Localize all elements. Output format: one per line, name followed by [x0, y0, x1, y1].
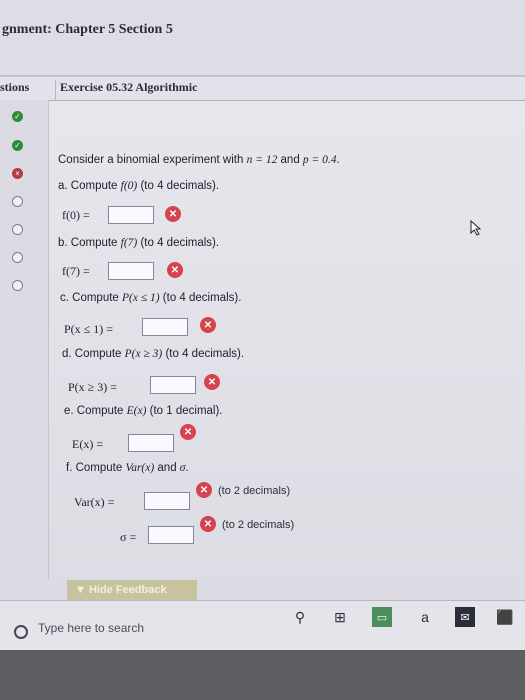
- taskbar: Type here to search ⚲ ⊞ ▭ a ✉ ⬛: [0, 600, 525, 651]
- part-b-prompt: b. Compute f(7) (to 4 decimals).: [58, 237, 220, 249]
- part-e-label: E(x) =: [72, 437, 104, 451]
- tabs-row: stions Exercise 05.32 Algorithmic: [0, 78, 525, 101]
- desk-surface: [0, 650, 525, 700]
- question-status-1[interactable]: ✓: [12, 111, 23, 122]
- tab-questions[interactable]: stions: [0, 80, 29, 95]
- tab-exercise[interactable]: Exercise 05.32 Algorithmic: [55, 80, 197, 100]
- part-d-input[interactable]: [150, 376, 196, 394]
- mail-icon[interactable]: ✉: [455, 607, 475, 627]
- part-c-label: P(x ≤ 1) =: [64, 322, 114, 336]
- part-f-prompt: f. Compute Var(x) and σ.: [66, 462, 189, 474]
- error-x-icon: ✕: [196, 482, 212, 498]
- question-status-2[interactable]: ✓: [12, 140, 23, 151]
- microphone-icon[interactable]: ⚲: [290, 607, 310, 627]
- search-icon[interactable]: [14, 625, 28, 639]
- part-c-prompt: c. Compute P(x ≤ 1) (to 4 decimals).: [60, 292, 242, 304]
- var-hint: (to 2 decimals): [218, 485, 291, 497]
- error-x-icon: ✕: [204, 374, 220, 390]
- app-icon[interactable]: ⬛: [495, 607, 515, 627]
- sigma-input[interactable]: [148, 526, 194, 544]
- var-input[interactable]: [144, 492, 190, 510]
- part-b-input[interactable]: [108, 262, 154, 280]
- assignment-header: gnment: Chapter 5 Section 5: [0, 0, 525, 77]
- amazon-icon[interactable]: a: [415, 607, 435, 627]
- part-e-input[interactable]: [128, 434, 174, 452]
- part-c-input[interactable]: [142, 318, 188, 336]
- task-view-icon[interactable]: ⊞: [330, 607, 350, 627]
- sigma-hint: (to 2 decimals): [222, 519, 295, 531]
- photos-icon[interactable]: ▭: [372, 607, 392, 627]
- error-x-icon: ✕: [180, 424, 196, 440]
- part-a-input[interactable]: [108, 206, 154, 224]
- sigma-label: σ =: [120, 530, 137, 544]
- part-d-label: P(x ≥ 3) =: [68, 380, 118, 394]
- question-status-5[interactable]: [12, 224, 23, 235]
- taskbar-search-input[interactable]: Type here to search: [38, 621, 144, 635]
- question-list: ✓ ✓ ×: [0, 100, 49, 580]
- mouse-cursor-icon: [470, 220, 482, 236]
- part-e-prompt: e. Compute E(x) (to 1 decimal).: [64, 405, 223, 417]
- part-d-prompt: d. Compute P(x ≥ 3) (to 4 decimals).: [62, 348, 245, 360]
- part-a-prompt: a. Compute f(0) (to 4 decimals).: [58, 180, 220, 192]
- exercise-content: Consider a binomial experiment with n = …: [50, 102, 520, 577]
- part-a-label: f(0) =: [62, 208, 90, 222]
- question-status-7[interactable]: [12, 280, 23, 291]
- error-x-icon: ✕: [200, 317, 216, 333]
- part-b-label: f(7) =: [62, 264, 90, 278]
- error-x-icon: ✕: [165, 206, 181, 222]
- assignment-title: gnment: Chapter 5 Section 5: [2, 22, 173, 37]
- question-status-4[interactable]: [12, 196, 23, 207]
- question-status-6[interactable]: [12, 252, 23, 263]
- browser-screen: gnment: Chapter 5 Section 5 stions Exerc…: [0, 0, 525, 640]
- hide-feedback-button[interactable]: ▼ Hide Feedback: [67, 580, 197, 600]
- question-status-3[interactable]: ×: [12, 168, 23, 179]
- exercise-intro: Consider a binomial experiment with n = …: [58, 154, 340, 166]
- var-label: Var(x) =: [74, 495, 115, 509]
- error-x-icon: ✕: [167, 262, 183, 278]
- error-x-icon: ✕: [200, 516, 216, 532]
